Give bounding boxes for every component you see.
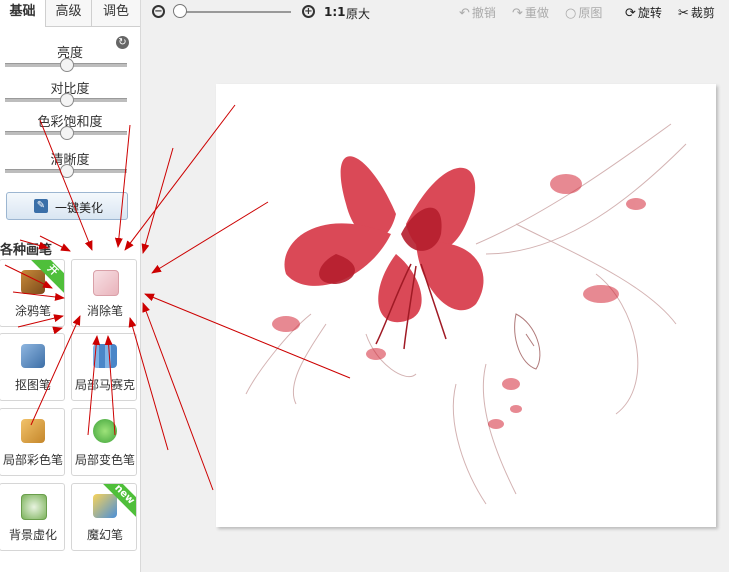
beautify-button-label: 一键美化	[55, 201, 104, 215]
tool-eraser-brush[interactable]: 消除笔	[71, 259, 137, 327]
zoom-slider-thumb[interactable]	[173, 4, 187, 18]
tool-label: 消除笔	[86, 304, 123, 318]
zoom-slider[interactable]	[179, 11, 291, 13]
left-panel: 基础 高级 调色 ↻ 亮度 对比度 色彩饱和度 清晰度 ✎ 一键美化 各种画笔 …	[0, 0, 141, 572]
tool-local-color-brush[interactable]: 局部彩色笔	[0, 408, 65, 476]
undo-label: 撤销	[471, 6, 496, 20]
brushes-section-title: 各种画笔	[0, 243, 53, 258]
saturation-slider[interactable]	[5, 126, 127, 140]
mosaic-icon	[93, 344, 117, 368]
rotate-button[interactable]: ⟳ 旋转	[625, 4, 662, 22]
tool-label: 涂鸦笔	[14, 304, 51, 318]
tab-advanced[interactable]: 高级	[46, 0, 92, 26]
brightness-slider-thumb[interactable]	[60, 58, 74, 72]
tab-basic[interactable]: 基础	[0, 0, 46, 27]
contrast-slider-thumb[interactable]	[60, 93, 74, 107]
tool-label: 局部彩色笔	[2, 453, 63, 467]
original-image-button[interactable]: ○ 原图	[565, 4, 602, 22]
tool-label: 局部变色笔	[74, 453, 135, 467]
blur-icon	[21, 494, 47, 520]
tool-label: 背景虚化	[8, 528, 57, 542]
undo-button[interactable]: ↶ 撤销	[459, 4, 496, 22]
rotate-icon: ⟳	[625, 6, 636, 21]
paintbrush-icon	[21, 270, 45, 294]
eraser-icon	[93, 270, 119, 296]
magic-pen-icon	[93, 494, 117, 518]
tool-doodle-brush[interactable]: 开 涂鸦笔	[0, 259, 65, 327]
brightness-slider[interactable]	[5, 58, 127, 72]
image-canvas[interactable]	[216, 84, 716, 527]
one-click-beautify-button[interactable]: ✎ 一键美化	[6, 192, 128, 220]
sharpness-slider-thumb[interactable]	[60, 164, 74, 178]
tool-label: 魔幻笔	[86, 528, 123, 542]
redo-icon: ↷	[512, 6, 523, 21]
pen-icon	[21, 344, 45, 368]
redo-button[interactable]: ↷ 重做	[512, 4, 549, 22]
contrast-slider[interactable]	[5, 93, 127, 107]
sharpness-slider[interactable]	[5, 164, 127, 178]
tool-label: 局部马赛克	[74, 378, 135, 392]
redo-label: 重做	[524, 6, 549, 20]
top-toolbar: − + 1:1 原大 ↶ 撤销 ↷ 重做 ○ 原图 ⟳ 旋转 ✂ 裁剪	[141, 0, 729, 26]
magic-wand-icon: ✎	[34, 199, 48, 213]
color-change-icon	[93, 419, 117, 443]
tool-local-color-change[interactable]: 局部变色笔	[71, 408, 137, 476]
tool-background-blur[interactable]: 背景虚化	[0, 483, 65, 551]
tab-bar: 基础 高级 调色	[0, 0, 140, 27]
scissors-icon: ✂	[678, 6, 689, 21]
ratio-button[interactable]: 1:1	[324, 5, 346, 19]
rotate-label: 旋转	[637, 6, 662, 20]
flower-illustration	[245, 123, 687, 505]
original-size-button[interactable]: 原大	[346, 5, 370, 22]
original-image-label: 原图	[578, 6, 603, 20]
original-image-icon: ○	[565, 6, 577, 21]
tool-local-mosaic[interactable]: 局部马赛克	[71, 333, 137, 401]
undo-icon: ↶	[459, 6, 470, 21]
crop-label: 裁剪	[690, 6, 715, 20]
tool-cutout-brush[interactable]: 抠图笔	[0, 333, 65, 401]
zoom-out-icon[interactable]: −	[152, 5, 165, 18]
saturation-slider-thumb[interactable]	[60, 126, 74, 140]
tool-label: 抠图笔	[14, 378, 51, 392]
tool-magic-pen[interactable]: new 魔幻笔	[71, 483, 137, 551]
color-brush-icon	[21, 419, 45, 443]
tab-color[interactable]: 调色	[92, 0, 140, 26]
zoom-in-icon[interactable]: +	[302, 5, 315, 18]
crop-button[interactable]: ✂ 裁剪	[678, 4, 715, 22]
